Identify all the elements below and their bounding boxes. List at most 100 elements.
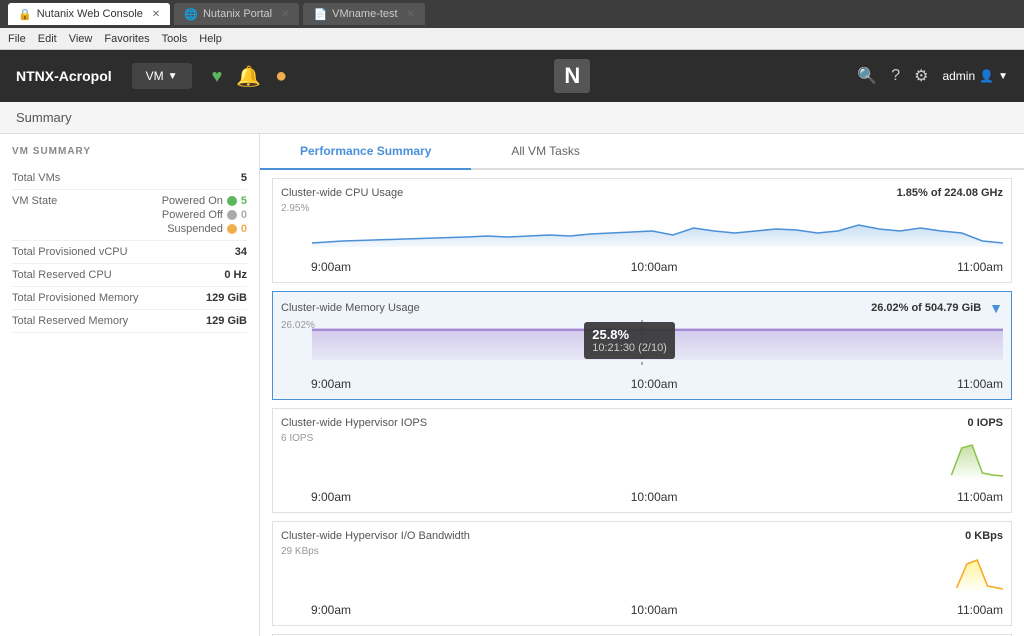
menu-favorites[interactable]: Favorites: [104, 33, 149, 45]
tab-icon: 🌐: [184, 8, 198, 21]
menu-view[interactable]: View: [69, 33, 93, 45]
iops-chart-body: 6 IOPS: [281, 433, 1003, 488]
total-reserved-cpu-row: Total Reserved CPU 0 Hz: [12, 264, 247, 287]
tab-label: Nutanix Web Console: [37, 8, 143, 20]
cpu-chart-title: Cluster-wide CPU Usage: [281, 187, 403, 199]
browser-tab-vmname[interactable]: 📄 VMname-test ✕: [303, 3, 425, 25]
cpu-chart: Cluster-wide CPU Usage 1.85% of 224.08 G…: [272, 178, 1012, 283]
tab-performance-summary[interactable]: Performance Summary: [260, 134, 471, 170]
vm-summary-panel: VM SUMMARY Total VMs 5 VM State Powered …: [0, 134, 260, 636]
admin-avatar-icon: 👤: [979, 69, 994, 83]
warning-icon[interactable]: ●: [275, 65, 287, 88]
search-icon[interactable]: 🔍: [857, 66, 877, 86]
powered-off-count: 0: [241, 209, 247, 221]
powered-off-label: Powered Off: [162, 209, 223, 221]
tabs-bar: Performance Summary All VM Tasks: [260, 134, 1024, 170]
iops-chart-title: Cluster-wide Hypervisor IOPS: [281, 417, 427, 429]
tab-label: Nutanix Portal: [203, 8, 272, 20]
total-reserved-memory-row: Total Reserved Memory 129 GiB: [12, 310, 247, 333]
main-layout: VM SUMMARY Total VMs 5 VM State Powered …: [0, 134, 1024, 636]
bandwidth-chart: Cluster-wide Hypervisor I/O Bandwidth 0 …: [272, 521, 1012, 626]
iops-x-label-1: 9:00am: [311, 490, 351, 504]
suspended-count: 0: [241, 223, 247, 235]
iops-y-label: 6 IOPS: [281, 433, 313, 444]
bandwidth-x-label-1: 9:00am: [311, 603, 351, 617]
browser-tab-nutanix-console[interactable]: 🔒 Nutanix Web Console ✕: [8, 3, 170, 25]
tooltip-pct: 25.8%: [592, 327, 667, 342]
memory-header-right: 26.02% of 504.79 GiB ▼: [871, 300, 1003, 316]
nav-icons: ♥ 🔔 ●: [212, 64, 288, 89]
tab-all-vm-tasks[interactable]: All VM Tasks: [471, 134, 619, 170]
total-reserved-cpu-value: 0 Hz: [224, 269, 247, 281]
help-icon[interactable]: ?: [891, 67, 900, 85]
vm-dropdown-button[interactable]: VM ▼: [132, 63, 192, 89]
menu-help[interactable]: Help: [199, 33, 222, 45]
close-icon[interactable]: ✕: [281, 9, 289, 20]
total-reserved-memory-label: Total Reserved Memory: [12, 315, 128, 327]
admin-label: admin: [942, 69, 975, 83]
health-icon[interactable]: ♥: [212, 66, 223, 87]
bandwidth-chart-svg: [281, 546, 1003, 591]
vm-state-block: Powered On 5 Powered Off 0 Suspended 0: [162, 195, 247, 235]
memory-x-label-2: 10:00am: [631, 377, 678, 391]
memory-dropdown-button[interactable]: ▼: [989, 300, 1003, 316]
cpu-x-label-1: 9:00am: [311, 260, 351, 274]
memory-chart-title: Cluster-wide Memory Usage: [281, 302, 420, 314]
menu-file[interactable]: File: [8, 33, 26, 45]
charts-area: Cluster-wide CPU Usage 1.85% of 224.08 G…: [260, 170, 1024, 636]
iops-x-label-3: 11:00am: [957, 490, 1003, 504]
bandwidth-y-label: 29 KBps: [281, 546, 319, 557]
total-provisioned-vcpu-label: Total Provisioned vCPU: [12, 246, 128, 258]
total-provisioned-vcpu-row: Total Provisioned vCPU 34: [12, 241, 247, 264]
menu-bar: File Edit View Favorites Tools Help: [0, 28, 1024, 50]
suspended-label: Suspended: [167, 223, 223, 235]
total-provisioned-vcpu-value: 34: [235, 246, 247, 258]
powered-on-count: 5: [241, 195, 247, 207]
admin-menu[interactable]: admin 👤 ▼: [942, 69, 1008, 83]
bandwidth-x-label-3: 11:00am: [957, 603, 1003, 617]
memory-x-label-1: 9:00am: [311, 377, 351, 391]
right-panel: Performance Summary All VM Tasks Cluster…: [260, 134, 1024, 636]
bandwidth-chart-value: 0 KBps: [965, 530, 1003, 542]
total-reserved-memory-value: 129 GiB: [206, 315, 247, 327]
cpu-chart-header: Cluster-wide CPU Usage 1.85% of 224.08 G…: [281, 187, 1003, 199]
cpu-chart-value: 1.85% of 224.08 GHz: [897, 187, 1003, 199]
tab-label: VMname-test: [332, 8, 397, 20]
memory-chart-header: Cluster-wide Memory Usage 26.02% of 504.…: [281, 300, 1003, 316]
menu-edit[interactable]: Edit: [38, 33, 57, 45]
memory-x-label-3: 11:00am: [957, 377, 1003, 391]
suspended-item: Suspended 0: [167, 223, 247, 235]
tooltip-time: 10:21:30 (2/10): [592, 342, 667, 354]
chevron-down-icon: ▼: [998, 71, 1008, 82]
tab-icon: 📄: [313, 8, 327, 21]
close-icon[interactable]: ✕: [152, 9, 160, 20]
alert-icon[interactable]: 🔔: [236, 64, 261, 89]
center-logo: N: [299, 59, 845, 93]
memory-chart-body: 26.02% 25.8%: [281, 320, 1003, 375]
total-provisioned-memory-row: Total Provisioned Memory 129 GiB: [12, 287, 247, 310]
nutanix-logo: N: [554, 59, 590, 93]
browser-tab-nutanix-portal[interactable]: 🌐 Nutanix Portal ✕: [174, 3, 299, 25]
total-provisioned-memory-label: Total Provisioned Memory: [12, 292, 139, 304]
cpu-y-label: 2.95%: [281, 203, 309, 214]
iops-x-label-2: 10:00am: [631, 490, 678, 504]
nav-right: 🔍 ? ⚙ admin 👤 ▼: [857, 66, 1008, 86]
cpu-chart-svg: [281, 203, 1003, 248]
iops-chart-svg: [281, 433, 1003, 478]
total-vms-value: 5: [241, 172, 247, 184]
total-vms-label: Total VMs: [12, 172, 60, 184]
browser-chrome: 🔒 Nutanix Web Console ✕ 🌐 Nutanix Portal…: [0, 0, 1024, 28]
suspended-dot: [227, 224, 237, 234]
bandwidth-chart-body: 29 KBps: [281, 546, 1003, 601]
cpu-x-labels: 9:00am 10:00am 11:00am: [281, 260, 1003, 274]
powered-off-dot: [227, 210, 237, 220]
panel-title: VM SUMMARY: [12, 146, 247, 157]
bandwidth-chart-title: Cluster-wide Hypervisor I/O Bandwidth: [281, 530, 470, 542]
powered-on-dot: [227, 196, 237, 206]
memory-x-labels: 9:00am 10:00am 11:00am: [281, 377, 1003, 391]
menu-tools[interactable]: Tools: [162, 33, 188, 45]
total-vms-row: Total VMs 5: [12, 167, 247, 190]
close-icon[interactable]: ✕: [407, 9, 415, 20]
settings-icon[interactable]: ⚙: [914, 66, 928, 86]
total-provisioned-memory-value: 129 GiB: [206, 292, 247, 304]
